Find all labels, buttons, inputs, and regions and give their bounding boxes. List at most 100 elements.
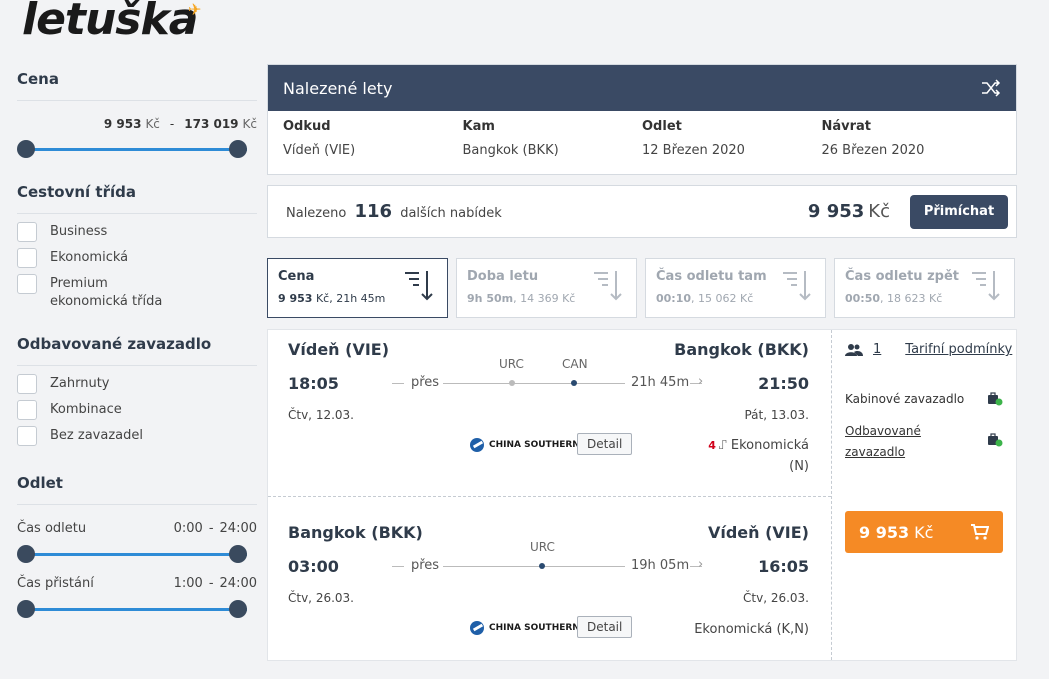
departure-time-slider[interactable] [17, 544, 257, 564]
baggage-option-none[interactable]: Bez zavazadel [17, 426, 257, 446]
return-departure-time: 03:00 [288, 557, 339, 576]
china-southern-logo-icon [470, 621, 484, 635]
arrow-right-icon: › [698, 374, 704, 389]
card-divider [831, 330, 832, 660]
baggage-option-included[interactable]: Zahrnuty [17, 374, 257, 394]
outbound-stop-1: URC [499, 357, 524, 371]
price-slider-min-handle[interactable] [17, 140, 35, 158]
class-option-economy[interactable]: Ekonomická [17, 248, 257, 268]
outbound-airline: CHINA SOUTHERN [470, 438, 580, 452]
sort-descending-icon [594, 271, 622, 301]
offers-count: 116 [354, 201, 393, 222]
return-stop-1: URC [530, 540, 555, 554]
departure-filter-heading: Odlet [17, 474, 257, 505]
china-southern-logo-icon [470, 438, 484, 452]
fare-conditions-link[interactable]: Tarifní podmínky [905, 342, 1012, 357]
book-price-button[interactable]: 9 953 Kč [845, 511, 1003, 553]
mix-button[interactable]: Přimíchat [910, 194, 1008, 229]
arrival-slider-min-handle[interactable] [17, 600, 35, 618]
baggage-included-icon [988, 392, 1003, 406]
sort-tab-outbound-time[interactable]: Čas odletu tam 00:10, 15 062 Kč [645, 258, 826, 318]
return-airline: CHINA SOUTHERN [470, 621, 580, 635]
checkbox[interactable] [17, 400, 37, 420]
sort-tab-price[interactable]: Cena 9 953 Kč, 21h 45m [267, 258, 448, 318]
baggage-included-icon [988, 433, 1003, 447]
seat-icon: ⑀ [718, 438, 727, 453]
sort-tab-duration[interactable]: Doba letu 9h 50m, 14 369 Kč [456, 258, 637, 318]
sort-descending-icon [972, 271, 1000, 301]
sort-descending-icon [783, 271, 811, 301]
logo[interactable]: letuška ✈ [22, 0, 201, 45]
return-detail-button[interactable]: Detail [577, 616, 633, 638]
return-route-line [443, 566, 625, 567]
logo-star-icon: ✈ [188, 0, 201, 19]
origin-value: Vídeň (VIE) [283, 143, 356, 158]
price-slider[interactable] [17, 139, 257, 159]
price-slider-track [27, 148, 247, 151]
return-departure-date: Čtv, 26.03. [288, 591, 354, 605]
destination-value: Bangkok (BKK) [462, 143, 559, 158]
filter-sidebar: Cena 9 953 Kč - 173 019 Kč Cestovní třída … [17, 70, 257, 619]
arrival-time-range: Čas přistání 1:00-24:00 [17, 576, 257, 591]
outbound-leg: Vídeň (VIE) Bangkok (BKK) 18:05 21:50 př… [268, 330, 831, 497]
passenger-count[interactable]: 1 [873, 342, 881, 357]
departure-slider-track [27, 553, 247, 556]
outbound-route-line [443, 383, 625, 384]
class-option-business[interactable]: Business [17, 222, 257, 242]
return-duration: 19h 05m [631, 558, 690, 573]
offers-bar: Nalezeno 116 dalších nabídek 9 953 Kč Při… [267, 185, 1017, 238]
outbound-departure-time: 18:05 [288, 374, 339, 393]
departure-slider-max-handle[interactable] [229, 545, 247, 563]
arrival-slider-track [27, 608, 247, 611]
sort-tab-return-time[interactable]: Čas odletu zpět 00:50, 18 623 Kč [834, 258, 1015, 318]
search-summary-panel: Nalezené lety Odkud Vídeň (VIE) Kam Bangko… [267, 64, 1017, 175]
price-slider-max-handle[interactable] [229, 140, 247, 158]
price-filter-heading: Cena [17, 70, 257, 101]
return-cabin-class: Ekonomická (K,N) [694, 622, 809, 637]
shuffle-icon[interactable] [981, 79, 1001, 97]
checkbox[interactable] [17, 248, 37, 268]
return-arrival-date: Čtv, 26.03. [743, 591, 809, 605]
checked-baggage-link[interactable]: Odbavované zavazadlo [845, 421, 921, 463]
departure-slider-min-handle[interactable] [17, 545, 35, 563]
cheapest-price: 9 953 Kč [807, 201, 890, 222]
passengers-icon [845, 343, 863, 356]
outbound-stop-2: CAN [562, 357, 588, 371]
passenger-info: 1 Tarifní podmínky [845, 342, 1012, 357]
cabin-baggage-label: Kabinové zavazadlo [845, 392, 965, 406]
departure-time-range: Čas odletu 0:00-24:00 [17, 521, 257, 536]
outbound-arrival-time: 21:50 [758, 374, 809, 393]
sort-tabs: Cena 9 953 Kč, 21h 45m Doba letu 9h 50m,… [267, 258, 1015, 318]
seats-left-count: 4 [708, 439, 716, 452]
checkbox[interactable] [17, 374, 37, 394]
return-date-value: 26 Březen 2020 [821, 143, 925, 158]
flight-result-card[interactable]: Vídeň (VIE) Bangkok (BKK) 18:05 21:50 př… [267, 329, 1017, 661]
sort-descending-icon [405, 271, 433, 301]
checkbox[interactable] [17, 426, 37, 446]
return-arrival-time: 16:05 [758, 557, 809, 576]
outbound-arrival-date: Pát, 13.03. [744, 408, 809, 422]
arrival-time-slider[interactable] [17, 599, 257, 619]
outbound-cabin-class: 4 ⑀ Ekonomická (N) [708, 438, 809, 474]
outbound-duration: 21h 45m [631, 375, 690, 390]
arrow-right-icon: › [698, 557, 704, 572]
outbound-departure-date: Čtv, 12.03. [288, 408, 354, 422]
route-info: Odkud Vídeň (VIE) Kam Bangkok (BKK) Odlet 1… [268, 111, 1016, 174]
search-summary-title: Nalezené lety [283, 78, 393, 98]
outbound-destination: Bangkok (BKK) [674, 340, 809, 359]
return-origin: Bangkok (BKK) [288, 523, 423, 542]
baggage-option-combination[interactable]: Kombinace [17, 400, 257, 420]
cart-icon [971, 524, 989, 540]
class-option-premium-economy[interactable]: Premium ekonomická třída [17, 274, 257, 311]
arrival-slider-max-handle[interactable] [229, 600, 247, 618]
return-destination: Vídeň (VIE) [707, 523, 809, 542]
search-summary-header: Nalezené lety [268, 65, 1016, 111]
outbound-detail-button[interactable]: Detail [577, 433, 633, 455]
return-leg: Bangkok (BKK) Vídeň (VIE) 03:00 16:05 př… [268, 497, 831, 662]
price-range-values: 9 953 Kč - 173 019 Kč [103, 117, 257, 131]
baggage-filter-heading: Odbavované zavazadlo [17, 335, 257, 366]
checkbox[interactable] [17, 222, 37, 242]
class-filter-heading: Cestovní třída [17, 183, 257, 214]
offers-count-text: Nalezeno 116 dalších nabídek [286, 201, 502, 222]
checkbox[interactable] [17, 274, 37, 294]
